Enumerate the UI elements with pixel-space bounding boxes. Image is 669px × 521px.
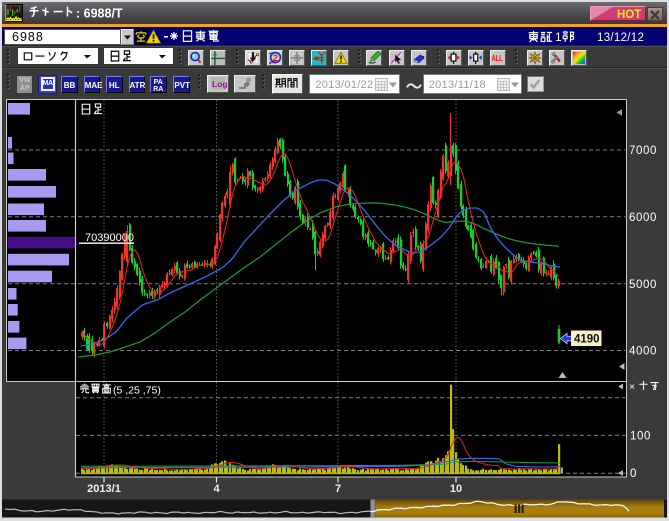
svg-text:10: 10	[450, 483, 462, 495]
svg-text:70390000: 70390000	[85, 232, 134, 244]
svg-text:7: 7	[335, 483, 341, 495]
svg-text:7000: 7000	[629, 145, 657, 157]
svg-text:0: 0	[630, 468, 637, 480]
svg-text:5000: 5000	[629, 279, 657, 291]
svg-text:6000: 6000	[629, 212, 657, 224]
svg-text:100: 100	[630, 430, 651, 442]
svg-text:×: ×	[629, 381, 635, 393]
svg-text:(5 ,25 ,75): (5 ,25 ,75)	[113, 385, 161, 397]
svg-text:4190: 4190	[574, 334, 600, 346]
svg-text:4: 4	[213, 483, 220, 495]
svg-text:4000: 4000	[629, 346, 657, 358]
svg-text:2013/1: 2013/1	[87, 483, 121, 495]
